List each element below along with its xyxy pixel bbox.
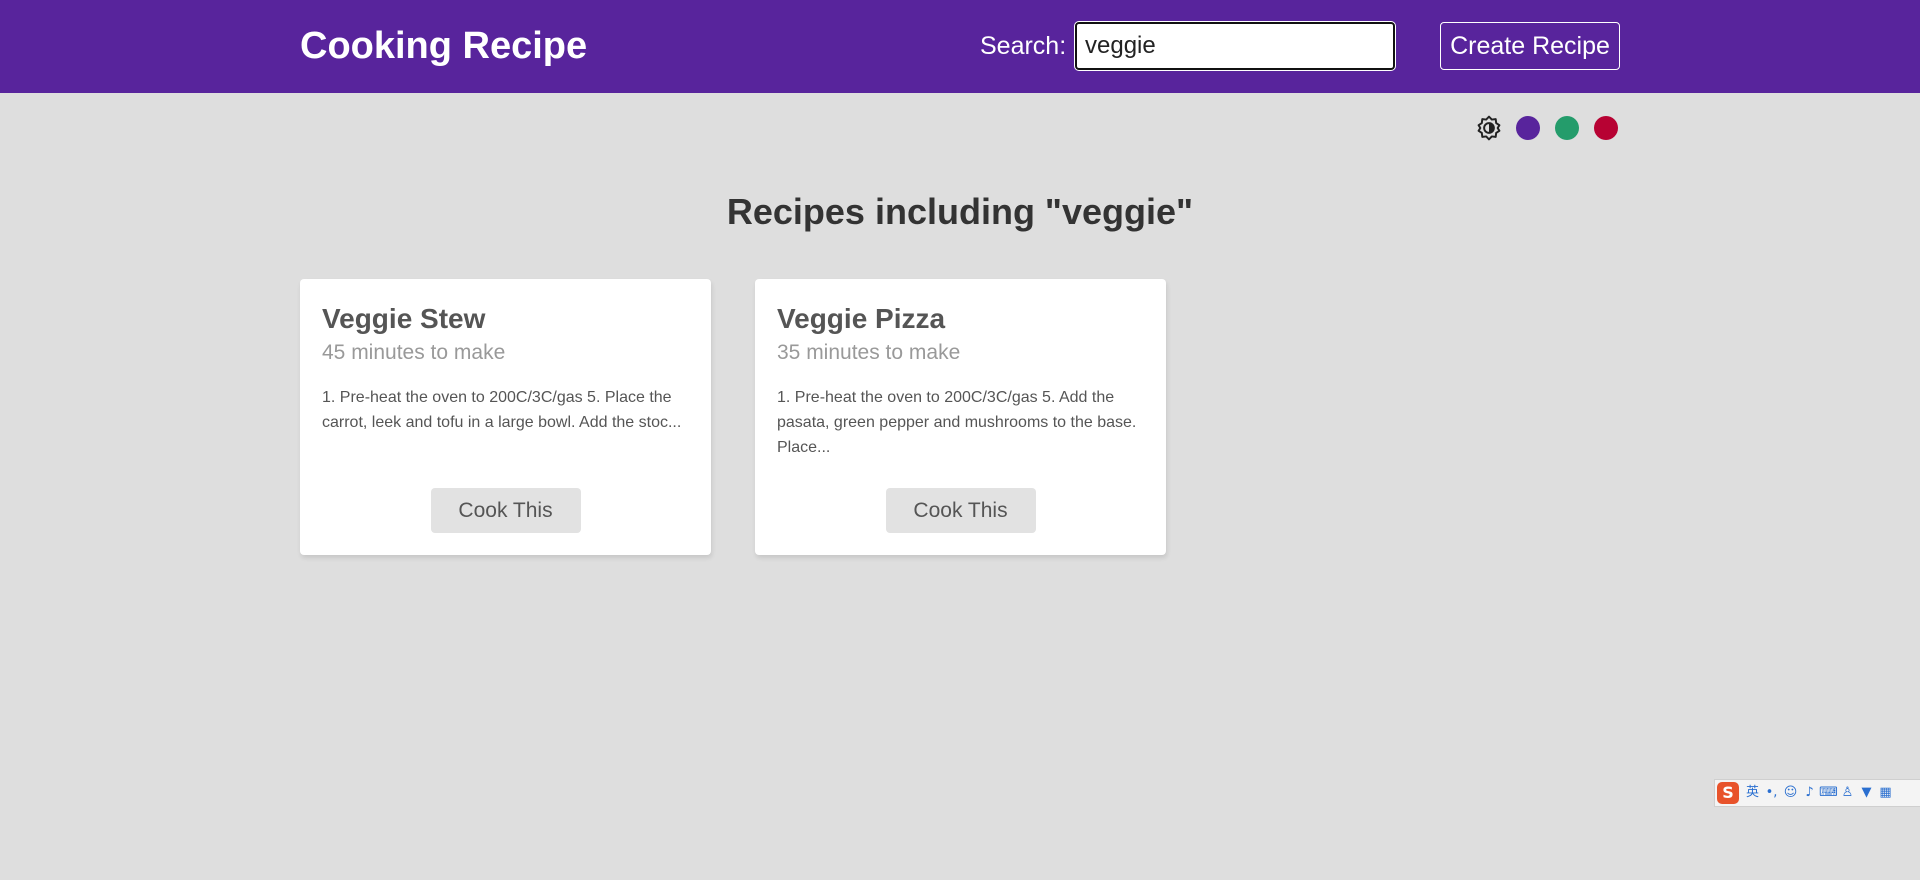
cook-this-button[interactable]: Cook This <box>885 488 1036 533</box>
skin-icon[interactable]: ▼ <box>1857 782 1876 804</box>
theme-color-red[interactable] <box>1594 116 1618 140</box>
ime-mode-toggle[interactable]: 英 <box>1743 782 1762 804</box>
search-label: Search: <box>980 32 1067 60</box>
page-title: Recipes including "veggie" <box>726 191 1194 232</box>
theme-selector <box>1476 115 1618 141</box>
recipe-cooking-time: 45 minutes to make <box>322 341 506 364</box>
ime-toolbar: S 英 •, ☺ ♪ ⌨ ♙ ▼ ▦ <box>1714 779 1920 807</box>
emoji-icon[interactable]: ☺ <box>1781 782 1800 804</box>
cook-this-button[interactable]: Cook This <box>430 488 581 533</box>
brightness-toggle-icon[interactable] <box>1476 115 1502 141</box>
microphone-icon[interactable]: ♪ <box>1800 782 1819 804</box>
ime-logo-icon[interactable]: S <box>1717 782 1739 804</box>
recipe-cooking-time: 35 minutes to make <box>777 341 961 364</box>
theme-color-purple[interactable] <box>1516 116 1540 140</box>
recipe-title: Veggie Pizza <box>777 303 946 334</box>
recipe-method-snippet: 1. Pre-heat the oven to 200C/3C/gas 5. A… <box>777 389 1137 456</box>
create-recipe-button[interactable]: Create Recipe <box>1440 22 1620 70</box>
theme-color-green[interactable] <box>1555 116 1579 140</box>
navbar: Cooking Recipe Search: Create Recipe <box>0 0 1920 93</box>
recipe-list: Veggie Stew 45 minutes to make 1. Pre-he… <box>300 279 1210 555</box>
recipe-card: Veggie Pizza 35 minutes to make 1. Pre-h… <box>755 279 1166 555</box>
toolbox-icon[interactable]: ▦ <box>1876 782 1895 804</box>
punctuation-icon[interactable]: •, <box>1762 782 1781 804</box>
user-icon[interactable]: ♙ <box>1838 782 1857 804</box>
recipe-card: Veggie Stew 45 minutes to make 1. Pre-he… <box>300 279 711 555</box>
brand-title[interactable]: Cooking Recipe <box>300 22 587 70</box>
search-input[interactable] <box>1075 22 1395 70</box>
recipe-method-snippet: 1. Pre-heat the oven to 200C/3C/gas 5. P… <box>322 389 682 431</box>
recipe-title: Veggie Stew <box>322 303 486 334</box>
keyboard-icon[interactable]: ⌨ <box>1819 782 1838 804</box>
